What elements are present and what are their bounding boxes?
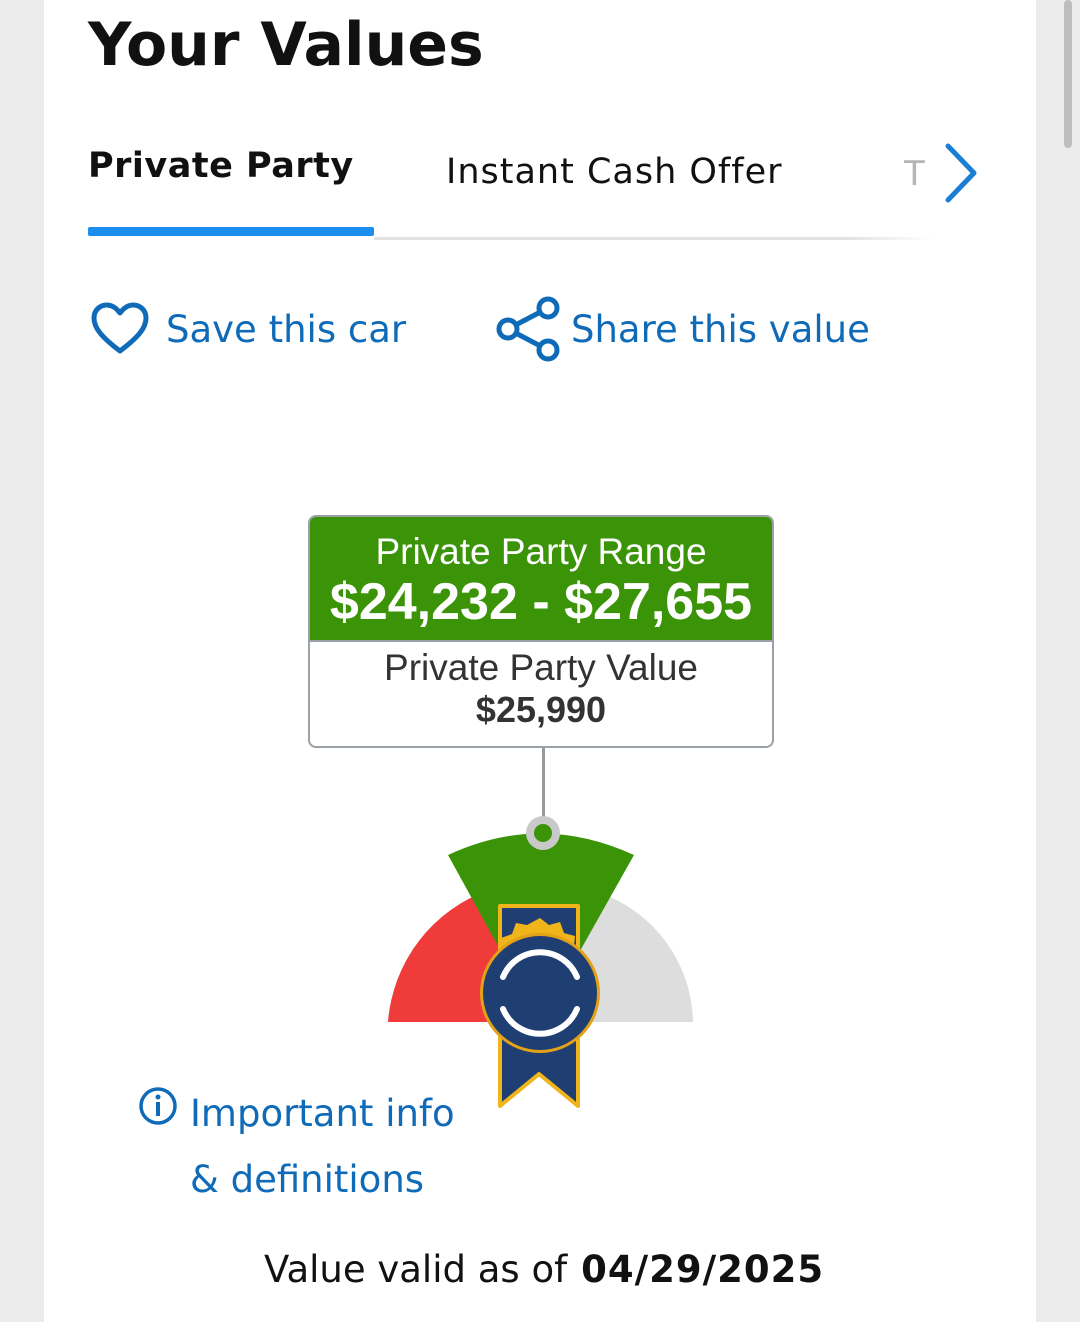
value-amount: $25,990: [475, 689, 607, 730]
info-link-line1: Important info: [190, 1092, 455, 1135]
info-icon: [139, 1087, 177, 1125]
tab-divider: [374, 237, 934, 240]
callout-connector: [542, 748, 545, 820]
valid-prefix: Value valid as of: [264, 1248, 568, 1291]
value-label: Private Party Value: [384, 647, 698, 688]
info-link-line2: & definitions: [190, 1158, 425, 1201]
heart-icon: [91, 302, 149, 354]
valid-as-of: Value valid as of 04/29/2025: [264, 1248, 824, 1291]
share-value-label: Share this value: [571, 307, 870, 351]
tab-private-party[interactable]: Private Party: [88, 146, 354, 186]
save-car-button[interactable]: Save this car: [90, 296, 406, 362]
chevron-right-icon[interactable]: [940, 140, 982, 206]
range-label: Private Party Range: [375, 531, 707, 572]
value-callout: Private Party Range $24,232 - $27,655 Pr…: [308, 515, 774, 748]
share-value-button[interactable]: Share this value: [493, 296, 870, 362]
valid-date: 04/29/2025: [581, 1248, 825, 1291]
range-value: $24,232 - $27,655: [329, 573, 753, 631]
value-gauge: [388, 816, 693, 1108]
range-header: Private Party Range $24,232 - $27,655: [310, 517, 772, 642]
save-car-label: Save this car: [166, 307, 407, 351]
page-title: Your Values: [88, 10, 484, 80]
tab-next-partial[interactable]: T: [904, 154, 930, 194]
scrollbar[interactable]: [1064, 0, 1072, 148]
share-icon: [496, 296, 560, 362]
active-tab-indicator: [88, 227, 374, 236]
tab-instant-cash-offer[interactable]: Instant Cash Offer: [446, 152, 783, 192]
